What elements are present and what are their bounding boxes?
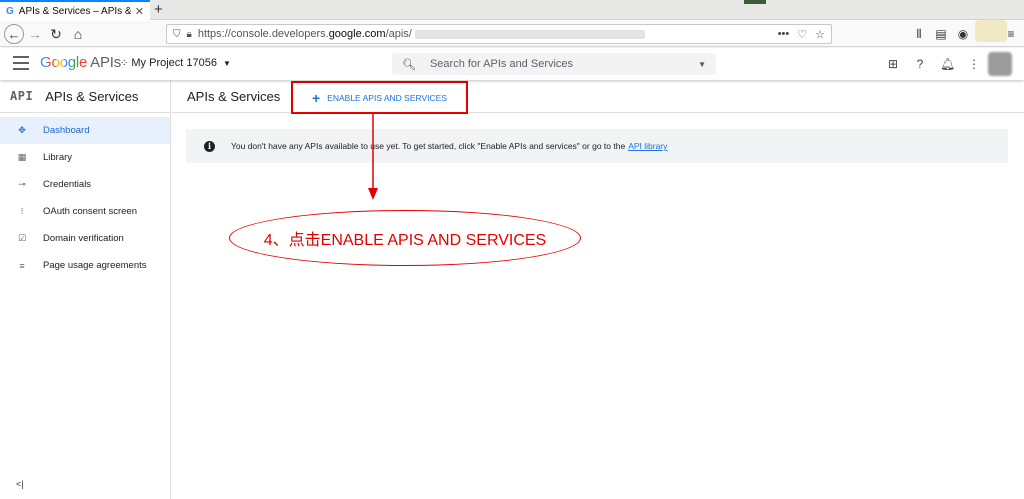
callout-text: 4、点击ENABLE APIS AND SERVICES	[263, 232, 547, 249]
console-header: Google APIs ⁘ My Project 17056 ▼ 🔍︎ Searc…	[0, 48, 1024, 80]
search-icon: 🔍︎	[402, 58, 416, 71]
help-icon[interactable]: ?	[913, 57, 927, 71]
search-placeholder: Search for APIs and Services	[429, 58, 574, 70]
project-dots-icon: ⁘	[120, 57, 129, 69]
search-input[interactable]: 🔍︎ Search for APIs and Services ▼	[392, 53, 716, 75]
chevron-down-icon: ▼	[223, 58, 231, 68]
logo-apis: APIs	[90, 54, 122, 71]
project-name: My Project 17056	[131, 57, 217, 69]
logo-google: Google	[40, 54, 88, 71]
google-apis-logo[interactable]: Google APIs	[40, 54, 121, 71]
annotation-callout: 4、点击ENABLE APIS AND SERVICES	[229, 210, 581, 266]
chevron-down-icon[interactable]: ▼	[698, 60, 706, 69]
avatar[interactable]	[988, 52, 1012, 76]
more-vert-icon[interactable]: ⋮	[967, 57, 981, 71]
gift-icon[interactable]: ⊞	[886, 57, 900, 71]
project-selector[interactable]: ⁘ My Project 17056 ▼	[120, 57, 231, 69]
hamburger-menu-icon[interactable]	[13, 56, 29, 70]
notifications-bell-icon[interactable]: 🔔︎	[940, 57, 955, 71]
